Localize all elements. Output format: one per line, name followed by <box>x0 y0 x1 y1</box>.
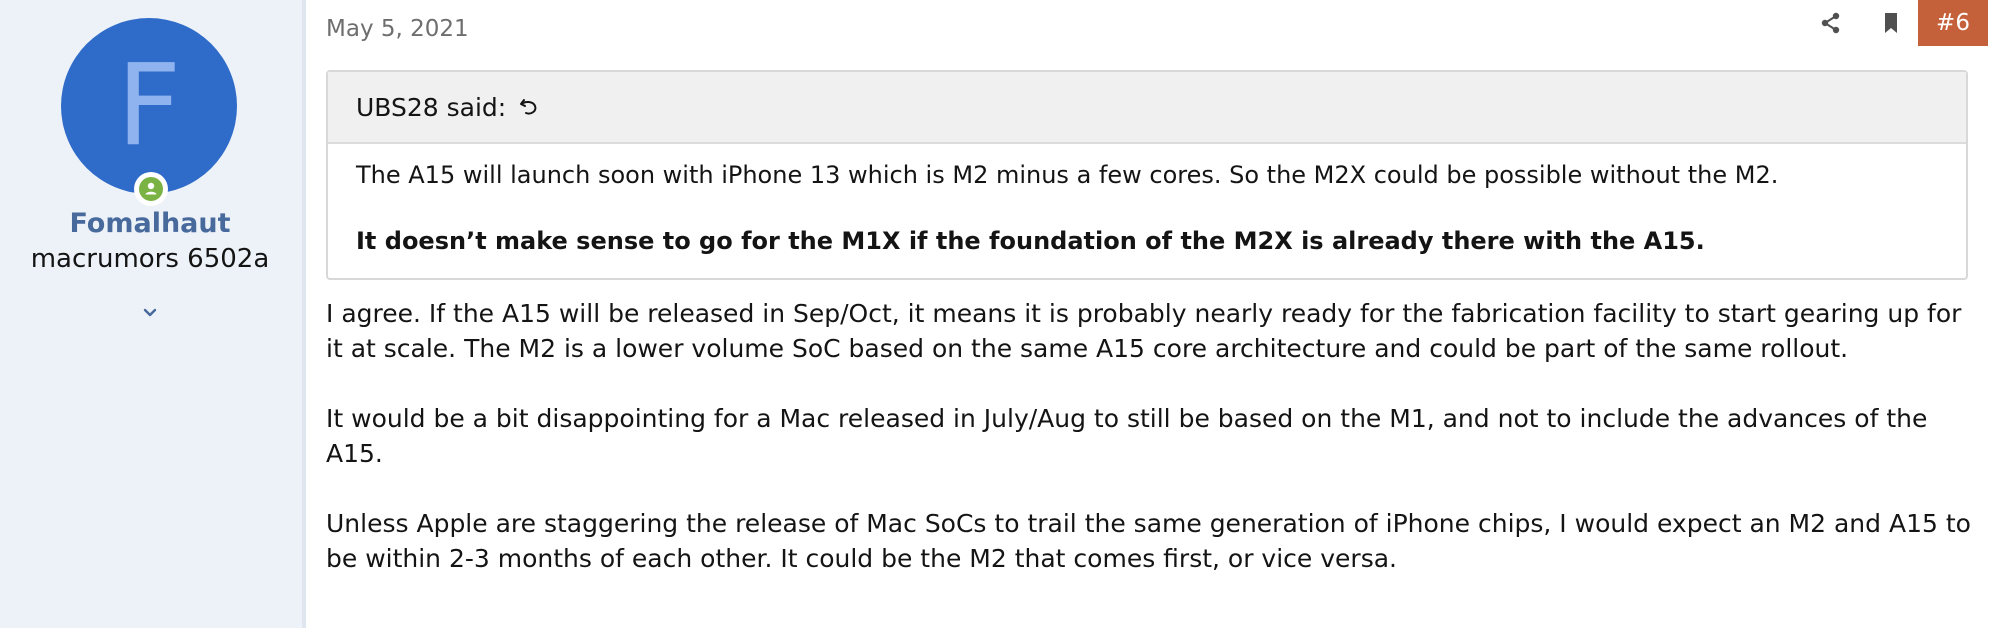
quote-text-bold: It doesn’t make sense to go for the M1X … <box>356 227 1705 255</box>
post-date[interactable]: May 5, 2021 <box>326 16 469 42</box>
post-paragraph: Unless Apple are staggering the release … <box>326 509 1971 573</box>
share-icon[interactable] <box>1816 8 1846 38</box>
quote-block: UBS28 said: The A15 will launch soon wit… <box>326 70 1968 280</box>
quote-author[interactable]: UBS28 said: <box>356 93 506 122</box>
quote-text: The A15 will launch soon with iPhone 13 … <box>356 161 1779 189</box>
post-paragraph: I agree. If the A15 will be released in … <box>326 299 1962 363</box>
post-body: I agree. If the A15 will be released in … <box>326 296 1976 611</box>
quote-content: The A15 will launch soon with iPhone 13 … <box>328 144 1966 258</box>
username-link[interactable]: Fomalhaut <box>0 208 300 239</box>
chevron-down-icon[interactable] <box>138 300 162 324</box>
post-number-link[interactable]: #6 <box>1918 0 1988 46</box>
post-paragraph: It would be a bit disappointing for a Ma… <box>326 404 1928 468</box>
online-status-icon <box>134 172 168 206</box>
user-title: macrumors 6502a <box>30 244 270 274</box>
jump-to-quote-icon[interactable] <box>518 74 540 115</box>
quote-header: UBS28 said: <box>328 72 1966 144</box>
avatar[interactable]: F <box>61 18 237 194</box>
user-panel: F Fomalhaut macrumors 6502a <box>0 0 306 628</box>
bookmark-icon[interactable] <box>1876 8 1906 38</box>
